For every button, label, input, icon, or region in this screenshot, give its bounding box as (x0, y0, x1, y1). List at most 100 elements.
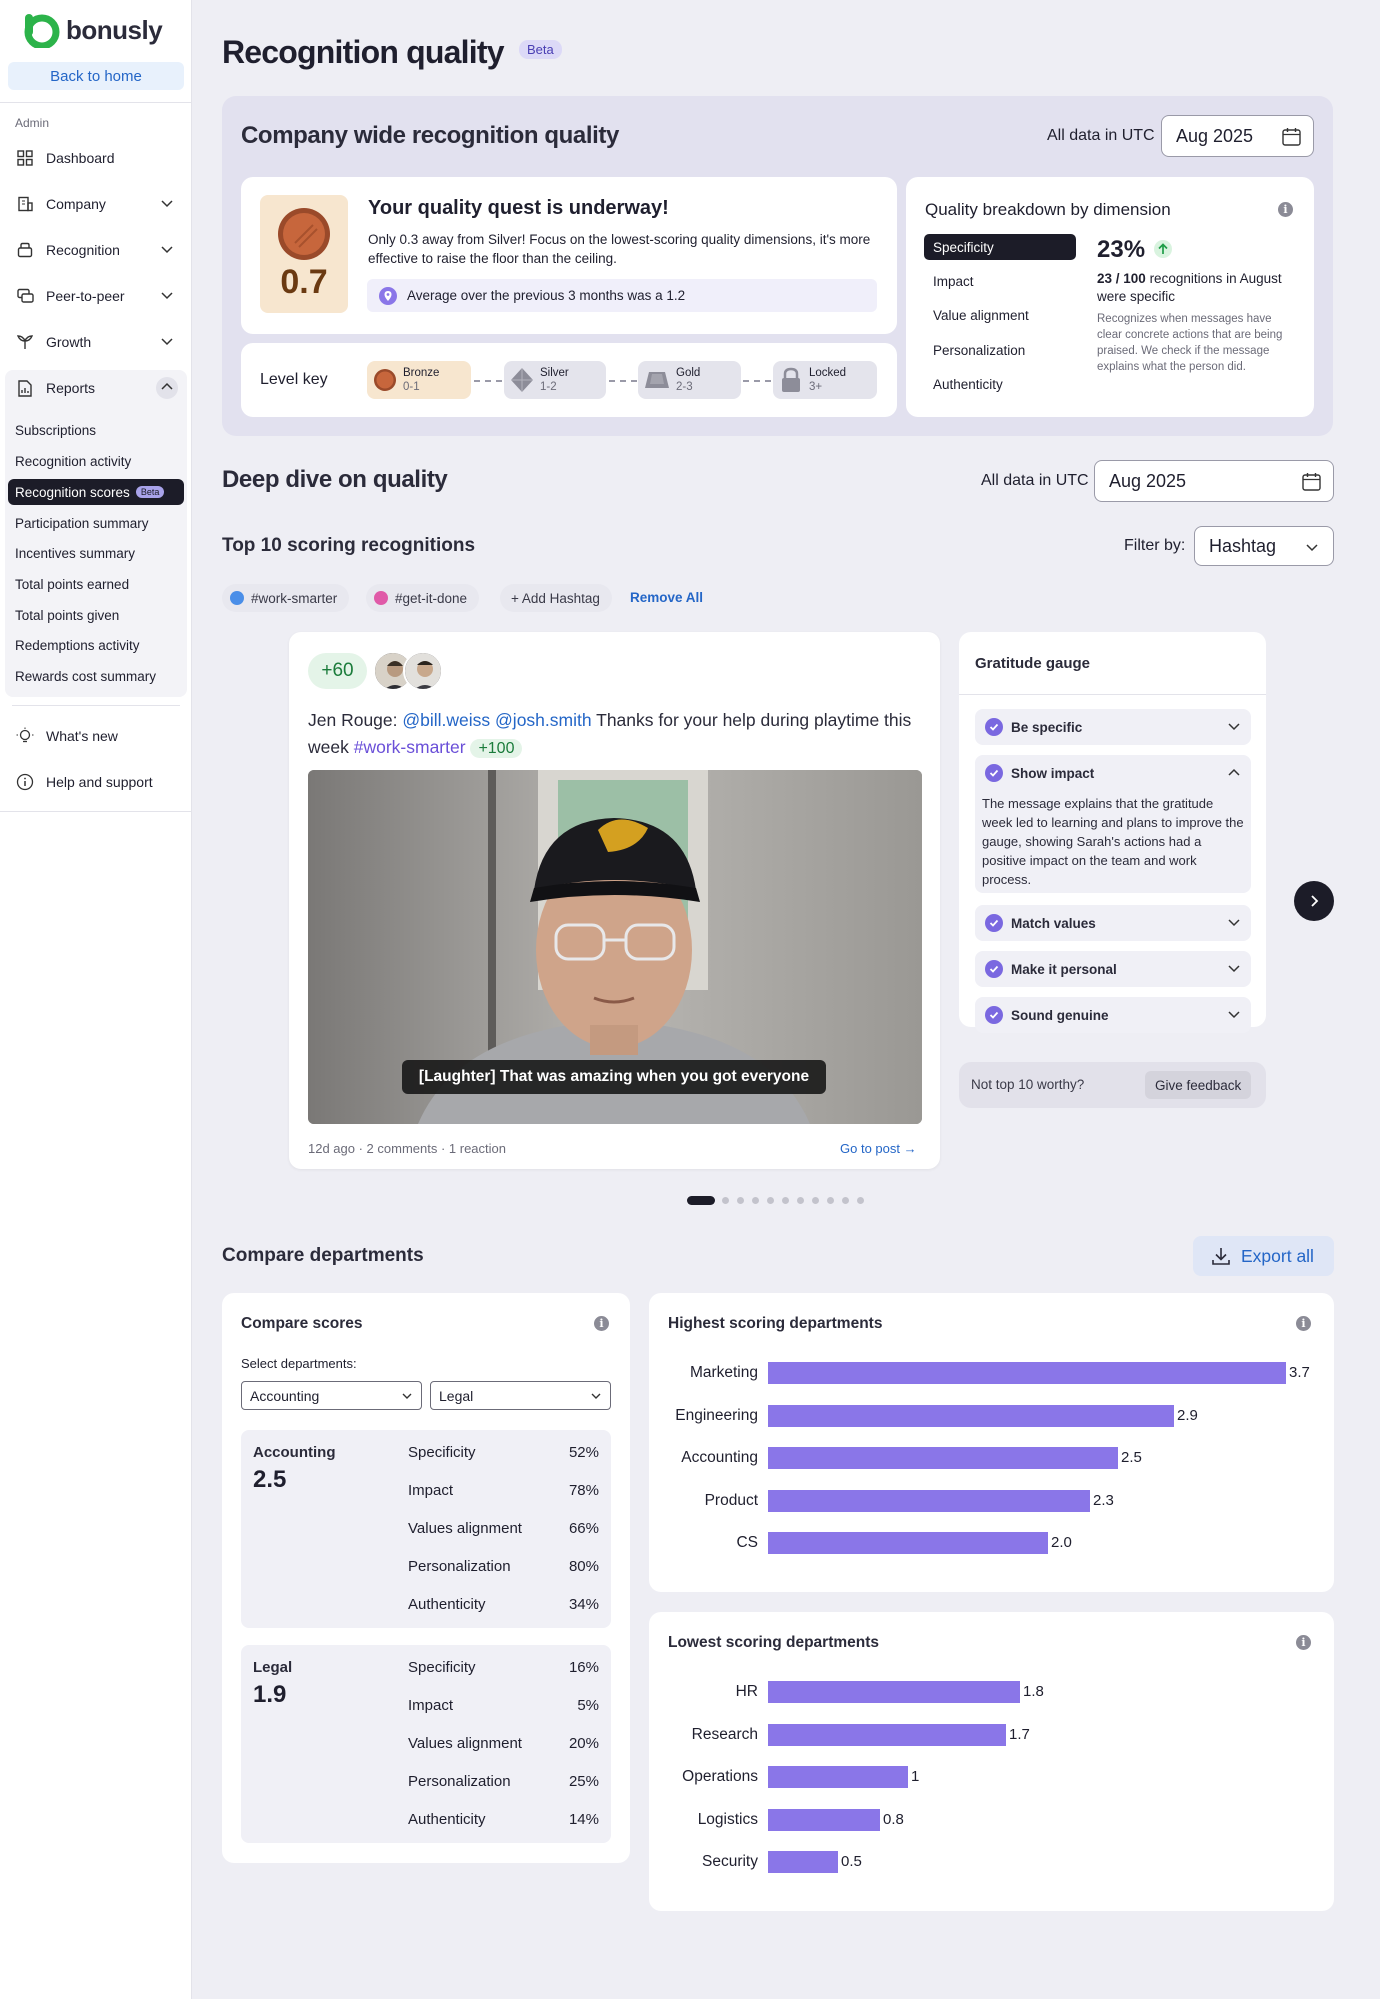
dimension-tab-value-alignment[interactable]: Value alignment (933, 308, 1029, 323)
divider (959, 694, 1266, 695)
department-select-value: Accounting (250, 1387, 320, 1404)
pager-dot[interactable] (857, 1197, 864, 1204)
dimension-percent: 23% (1097, 236, 1146, 263)
info-icon[interactable]: i (594, 1316, 609, 1331)
post-bonus: +100 (470, 739, 523, 758)
bonusly-logo[interactable]: bonusly (22, 12, 163, 48)
lock-icon (782, 367, 800, 392)
info-icon[interactable]: i (1296, 1316, 1311, 1331)
post-hashtag[interactable]: #work-smarter (354, 737, 466, 757)
sidebar-item-help[interactable]: Help and support (8, 764, 184, 800)
give-feedback-button[interactable]: Give feedback (1145, 1071, 1252, 1099)
dimension-count-bold: 23 / 100 (1097, 271, 1146, 286)
bar (768, 1404, 1174, 1427)
export-all-button[interactable]: Export all (1193, 1236, 1334, 1276)
sidebar-subitem-rewards-cost-summary[interactable]: Rewards cost summary (8, 663, 184, 689)
deep-dive-month-picker[interactable]: Aug 2025 (1094, 460, 1334, 502)
metric-value: 5% (577, 1697, 599, 1714)
dimension-tab-personalization[interactable]: Personalization (933, 343, 1025, 358)
sidebar-subitem-participation-summary[interactable]: Participation summary (8, 510, 184, 536)
deep-dive-title: Deep dive on quality (222, 466, 448, 493)
next-button[interactable] (1294, 881, 1334, 921)
building-icon (16, 195, 34, 213)
connector (474, 380, 502, 382)
sidebar-item-reports[interactable]: Reports (8, 370, 184, 406)
sidebar-subitem-recognition-activity[interactable]: Recognition activity (8, 448, 184, 474)
level-gold: Gold 2-3 (638, 361, 741, 399)
score-badge: 0.7 (260, 195, 348, 313)
remove-all-link[interactable]: Remove All (630, 590, 703, 605)
pager-dot[interactable] (812, 1197, 819, 1204)
department-name: Accounting (253, 1444, 336, 1461)
info-icon[interactable]: i (1278, 202, 1293, 217)
gauge-item-match-values[interactable]: Match values (975, 905, 1251, 941)
hashtag-text: #get-it-done (395, 590, 468, 606)
bar-category-label: Product (704, 1491, 758, 1509)
hashtag-chip[interactable]: #get-it-done (366, 584, 480, 612)
sidebar-item-label: Help and support (46, 774, 153, 790)
pager-dot[interactable] (737, 1197, 744, 1204)
level-bronze: Bronze 0-1 (367, 361, 471, 399)
calendar-icon (1302, 473, 1321, 491)
sidebar-subitem-redemptions-activity[interactable]: Redemptions activity (8, 632, 184, 658)
sidebar-item-dashboard[interactable]: Dashboard (8, 140, 184, 176)
post-mentions[interactable]: @bill.weiss @josh.smith (402, 710, 591, 730)
bar-category-label: HR (735, 1683, 758, 1700)
sidebar-item-recognition[interactable]: Recognition (8, 232, 184, 268)
pager-dot[interactable] (842, 1197, 849, 1204)
department-select-1[interactable]: Accounting (241, 1381, 422, 1410)
filter-dropdown[interactable]: Hashtag (1194, 526, 1334, 566)
quest-body: Only 0.3 away from Silver! Focus on the … (368, 232, 871, 266)
month-picker[interactable]: Aug 2025 (1161, 115, 1314, 157)
sidebar-subitem-subscriptions[interactable]: Subscriptions (8, 417, 184, 443)
sidebar-subitem-total-points-given[interactable]: Total points given (8, 602, 184, 628)
check-circle-icon (985, 718, 1003, 736)
sidebar-item-company[interactable]: Company (8, 186, 184, 222)
pager-dot[interactable] (722, 1197, 729, 1204)
pager-dot-active[interactable] (687, 1196, 715, 1205)
bar-category-label: Operations (682, 1768, 758, 1785)
go-to-post-link[interactable]: Go to post → (840, 1141, 917, 1156)
pager-dot[interactable] (752, 1197, 759, 1204)
sidebar-subitem-incentives-summary[interactable]: Incentives summary (8, 540, 184, 566)
connector (609, 380, 637, 382)
metric-value: 14% (568, 1811, 599, 1828)
level-name: Locked (809, 367, 847, 379)
hashtag-chip[interactable]: #work-smarter (222, 584, 350, 612)
dimension-tab-impact[interactable]: Impact (933, 274, 974, 289)
sidebar-item-peer-to-peer[interactable]: Peer-to-peer (8, 278, 184, 314)
admin-label: Admin (15, 116, 50, 130)
pager-dot[interactable] (767, 1197, 774, 1204)
bronze-medal-icon (374, 369, 396, 391)
level-name: Silver (540, 367, 569, 379)
post-video[interactable]: [Laughter] That was amazing when you got… (308, 770, 922, 1124)
sidebar-subitem-total-points-earned[interactable]: Total points earned (8, 571, 184, 597)
gauge-item-sound-genuine[interactable]: Sound genuine (975, 997, 1251, 1033)
sidebar-subitem-recognition-scores[interactable]: Recognition scores Beta (8, 479, 184, 505)
department-select-2[interactable]: Legal (430, 1381, 611, 1410)
gauge-item-make-it-personal[interactable]: Make it personal (975, 951, 1251, 987)
pager-dot[interactable] (827, 1197, 834, 1204)
avatar[interactable] (403, 651, 443, 691)
compare-departments-title: Compare departments (222, 1245, 424, 1266)
metric-value: 52% (568, 1444, 599, 1461)
gauge-item-be-specific[interactable]: Be specific (975, 709, 1251, 745)
sidebar-item-whats-new[interactable]: What's new (8, 718, 184, 754)
gauge-item-header[interactable]: Show impact (975, 755, 1251, 791)
report-icon (16, 379, 34, 397)
add-hashtag-button[interactable]: + Add Hashtag (500, 584, 612, 612)
month-picker-value: Aug 2025 (1109, 470, 1187, 491)
silver-diamond-icon (511, 368, 533, 392)
chat-icon (16, 287, 34, 305)
page-title: Recognition quality (222, 34, 505, 70)
bar-value-label: 2.0 (1051, 1534, 1072, 1551)
back-to-home-button[interactable]: Back to home (8, 62, 184, 90)
pager-dot[interactable] (797, 1197, 804, 1204)
info-icon[interactable]: i (1296, 1635, 1311, 1650)
divider (0, 811, 192, 812)
sidebar-item-growth[interactable]: Growth (8, 324, 184, 360)
pager-dot[interactable] (782, 1197, 789, 1204)
dimension-tab-specificity[interactable]: Specificity (924, 234, 1076, 260)
chevron-up-icon (1228, 768, 1240, 776)
dimension-tab-authenticity[interactable]: Authenticity (933, 377, 1003, 392)
